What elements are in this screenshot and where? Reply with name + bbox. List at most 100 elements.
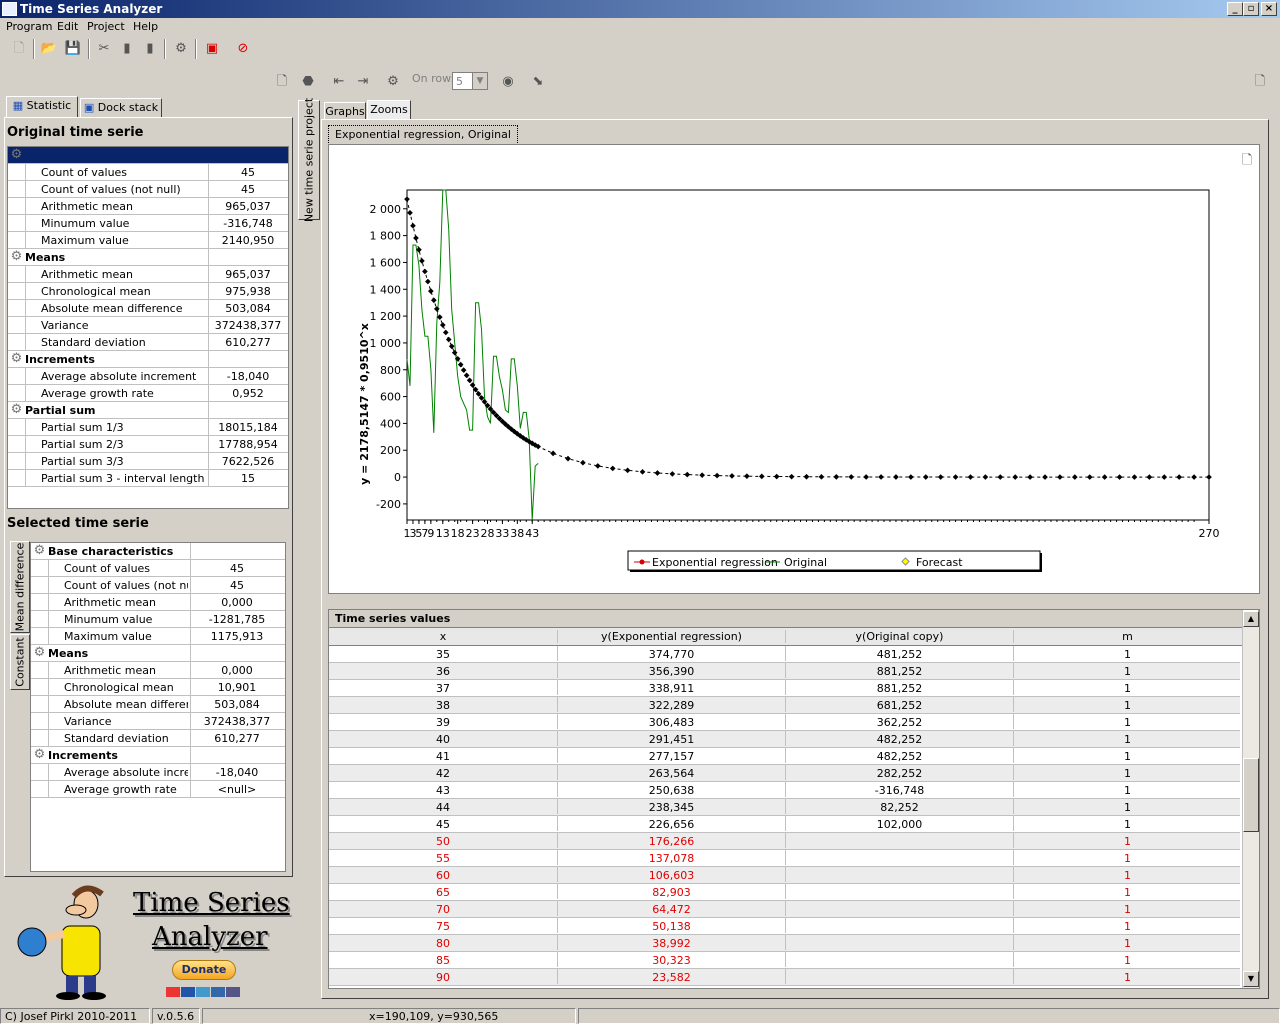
tab-new-time-serie-project[interactable]: New time serie project — [298, 98, 320, 222]
stat-row[interactable]: Maximum value 2140,950 — [8, 232, 288, 249]
stat-row[interactable]: Standard deviation 610,277 — [8, 334, 288, 351]
table-cell: 1 — [1013, 646, 1241, 661]
table-row[interactable]: 55 137,078 1 — [329, 850, 1240, 867]
save-icon[interactable]: 💾 — [64, 40, 82, 58]
table-row[interactable]: 85 30,323 1 — [329, 952, 1240, 969]
stat-row[interactable]: Partial sum 3/3 7622,526 — [8, 453, 288, 470]
settings-gray-icon[interactable]: ⚙ — [384, 73, 402, 91]
stat-row[interactable]: Average absolute increment -18,040 — [31, 764, 285, 781]
minimize-button[interactable]: _ — [1227, 2, 1243, 16]
table-row[interactable]: 41 277,157 482,252 1 — [329, 748, 1240, 765]
table-row[interactable]: 42 263,564 282,252 1 — [329, 765, 1240, 782]
stat-row[interactable]: Chronological mean 975,938 — [8, 283, 288, 300]
table-row[interactable]: 60 106,603 1 — [329, 867, 1240, 884]
stat-row[interactable]: Count of values 45 — [31, 560, 285, 577]
section-header[interactable]: ⚙ Partial sum — [8, 402, 288, 419]
table-row[interactable]: 35 374,770 481,252 1 — [329, 646, 1240, 663]
stat-row[interactable]: Count of values 45 — [8, 164, 288, 181]
column-header[interactable]: x — [329, 630, 557, 643]
brush-icon[interactable]: ⬊ — [529, 73, 547, 91]
section-header[interactable]: ⚙ Increments — [31, 747, 285, 764]
tab-dock-stack[interactable]: ▣ Dock stack — [80, 98, 162, 118]
copy-icon[interactable]: ▮ — [118, 40, 136, 58]
menu-edit[interactable]: Edit — [57, 20, 78, 33]
table-row[interactable]: 39 306,483 362,252 1 — [329, 714, 1240, 731]
column-header[interactable]: y(Exponential regression) — [557, 630, 785, 643]
table-row[interactable]: 45 226,656 102,000 1 — [329, 816, 1240, 833]
chevron-down-icon[interactable]: ▼ — [472, 73, 487, 89]
stat-row[interactable]: Average absolute increment -18,040 — [8, 368, 288, 385]
section-header[interactable]: ⚙ Means — [8, 249, 288, 266]
donate-button[interactable]: Donate — [172, 960, 236, 980]
stat-row[interactable]: Partial sum 1/3 18015,184 — [8, 419, 288, 436]
stat-row[interactable]: Variance 372438,377 — [31, 713, 285, 730]
table-scroll-up-button[interactable]: ▲ — [1243, 611, 1259, 627]
menu-project[interactable]: Project — [87, 20, 125, 33]
table-row[interactable]: 40 291,451 482,252 1 — [329, 731, 1240, 748]
table-row[interactable]: 36 356,390 881,252 1 — [329, 663, 1240, 680]
stat-row[interactable]: Partial sum 3 - interval length 15 — [8, 470, 288, 487]
add-row-icon[interactable]: ⇥ — [354, 73, 372, 91]
tab-constant[interactable]: Constant — [10, 634, 30, 690]
remove-row-icon[interactable]: ⇤ — [330, 73, 348, 91]
stat-row[interactable]: Standard deviation 610,277 — [31, 730, 285, 747]
stat-row[interactable]: Minumum value -316,748 — [8, 215, 288, 232]
stat-row[interactable]: Variance 372438,377 — [8, 317, 288, 334]
table-row[interactable]: 90 23,582 1 — [329, 969, 1240, 986]
stat-row[interactable]: Arithmetic mean 0,000 — [31, 594, 285, 611]
paste-icon[interactable]: ▮ — [141, 40, 159, 58]
stat-row[interactable]: Absolute mean difference 503,084 — [8, 300, 288, 317]
table-row[interactable]: 65 82,903 1 — [329, 884, 1240, 901]
table-row[interactable]: 44 238,345 82,252 1 — [329, 799, 1240, 816]
table-row[interactable]: 80 38,992 1 — [329, 935, 1240, 952]
close-button[interactable]: × — [1261, 2, 1277, 16]
stat-row[interactable]: Partial sum 2/3 17788,954 — [8, 436, 288, 453]
maximize-button[interactable]: ▫ — [1243, 2, 1259, 16]
stat-row[interactable]: Average growth rate 0,952 — [8, 385, 288, 402]
stat-row[interactable]: Average growth rate <null> — [31, 781, 285, 798]
stat-name: Maximum value — [64, 630, 152, 643]
document-icon[interactable]: 🗋 — [273, 73, 291, 91]
tab-exponential-regression[interactable]: Exponential regression, Original copy — [328, 125, 518, 154]
column-header[interactable]: y(Original copy) — [785, 630, 1013, 643]
pdf-icon[interactable]: ▣ — [203, 40, 221, 58]
menu-help[interactable]: Help — [133, 20, 158, 33]
stat-row[interactable]: Absolute mean difference 503,084 — [31, 696, 285, 713]
section-header[interactable]: ⚙ Base characteristics — [31, 543, 285, 560]
on-row-select[interactable]: 5 ▼ — [452, 72, 488, 90]
section-header[interactable]: ⚙ Means — [31, 645, 285, 662]
stop-gray-icon[interactable]: ⬣ — [299, 73, 317, 91]
menu-program[interactable]: Program — [6, 20, 52, 33]
tab-mean-difference[interactable]: Mean difference — [10, 541, 30, 633]
open-icon[interactable]: 📂 — [40, 40, 58, 58]
cut-icon[interactable]: ✂ — [95, 40, 113, 58]
stat-row[interactable]: Count of values (not null) 45 — [31, 577, 285, 594]
tab-graphs[interactable]: Graphs — [324, 102, 366, 120]
table-row[interactable]: 50 176,266 1 — [329, 833, 1240, 850]
tab-zooms[interactable]: Zooms — [367, 100, 411, 120]
tab-statistic[interactable]: ▦ Statistic — [6, 96, 78, 118]
scroll-down-icon[interactable]: ▼ — [1243, 971, 1259, 987]
table-row[interactable]: 38 322,289 681,252 1 — [329, 697, 1240, 714]
table-row[interactable]: 75 50,138 1 — [329, 918, 1240, 935]
stat-row[interactable]: Minumum value -1281,785 — [31, 611, 285, 628]
table-row[interactable]: 70 64,472 1 — [329, 901, 1240, 918]
stop-icon[interactable]: ⊘ — [234, 40, 252, 58]
stat-row[interactable]: Arithmetic mean 0,000 — [31, 662, 285, 679]
section-header[interactable]: ⚙ Increments — [8, 351, 288, 368]
pin-icon[interactable]: ◉ — [499, 73, 517, 91]
stat-row[interactable]: Arithmetic mean 965,037 — [8, 266, 288, 283]
settings-icon[interactable]: ⚙ — [172, 40, 190, 58]
section-header[interactable]: ⚙ Base characteristics — [8, 147, 288, 164]
stat-row[interactable]: Arithmetic mean 965,037 — [8, 198, 288, 215]
new-icon[interactable]: 🗋 — [10, 40, 28, 58]
table-row[interactable]: 37 338,911 881,252 1 — [329, 680, 1240, 697]
stat-row[interactable]: Chronological mean 10,901 — [31, 679, 285, 696]
column-header[interactable]: m — [1013, 630, 1241, 643]
document-close-icon[interactable]: 🗋 — [1251, 73, 1269, 91]
table-scrollbar[interactable]: ▲ ▼ — [1242, 610, 1259, 988]
stat-row[interactable]: Maximum value 1175,913 — [31, 628, 285, 645]
stat-row[interactable]: Count of values (not null) 45 — [8, 181, 288, 198]
table-row[interactable]: 43 250,638 -316,748 1 — [329, 782, 1240, 799]
scroll-thumb[interactable] — [1243, 758, 1259, 832]
